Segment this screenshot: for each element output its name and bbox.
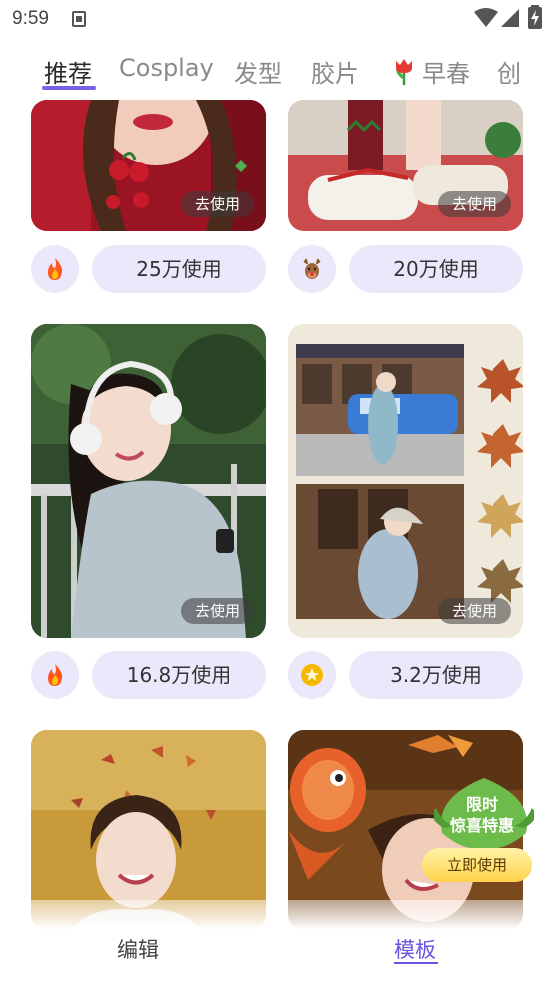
- promo-line-1: 限时: [465, 795, 498, 814]
- tab-recommended[interactable]: 推荐: [44, 54, 92, 89]
- template-card-image[interactable]: 去使用: [31, 100, 266, 231]
- battery-charging-icon: [528, 5, 542, 29]
- use-template-badge[interactable]: 去使用: [437, 191, 511, 217]
- tab-early-spring-label: 早春: [422, 60, 470, 88]
- fire-icon: [48, 258, 63, 280]
- use-now-button[interactable]: 立即使用: [422, 848, 532, 882]
- active-tab-indicator: [42, 86, 96, 90]
- active-nav-indicator: [394, 962, 438, 964]
- status-bar: 9:59: [0, 0, 554, 40]
- reindeer-icon-button: [288, 245, 336, 293]
- usage-count: 3.2万使用: [349, 651, 523, 699]
- template-card-image[interactable]: 去使用: [288, 324, 523, 638]
- category-tabs: 推荐 Cosplay 发型 胶片 早春 创: [0, 50, 554, 96]
- usage-count: 20万使用: [349, 245, 523, 293]
- bottom-navigation: 编辑 模板: [0, 928, 554, 985]
- usage-count: 25万使用: [92, 245, 266, 293]
- signal-icon: [501, 9, 519, 27]
- star-icon: [301, 664, 323, 686]
- tab-create[interactable]: 创: [497, 54, 521, 89]
- wifi-icon: [474, 8, 498, 27]
- tab-cosplay[interactable]: Cosplay: [119, 54, 214, 82]
- use-template-badge[interactable]: 去使用: [437, 598, 511, 624]
- tab-early-spring[interactable]: 早春: [392, 54, 470, 89]
- star-icon-button: [288, 651, 336, 699]
- tulip-icon: [396, 59, 412, 85]
- usage-count: 16.8万使用: [92, 651, 266, 699]
- template-photo-headphones-girl: [31, 324, 266, 638]
- reindeer-icon: [303, 258, 321, 279]
- status-time: 9:59: [12, 8, 49, 29]
- nav-templates[interactable]: 模板: [394, 934, 436, 964]
- template-card-image[interactable]: 去使用: [31, 324, 266, 638]
- promo-title: 限时 惊喜特惠: [436, 794, 528, 836]
- use-template-badge[interactable]: 去使用: [180, 191, 254, 217]
- fire-icon-button: [31, 245, 79, 293]
- promo-line-2: 惊喜特惠: [449, 816, 514, 835]
- use-template-badge[interactable]: 去使用: [180, 598, 254, 624]
- limited-offer-promo[interactable]: 限时 惊喜特惠 立即使用: [420, 778, 544, 888]
- template-card-image[interactable]: 去使用: [288, 100, 523, 231]
- template-photo-autumn-collage: [288, 324, 523, 638]
- notification-icon: [72, 11, 86, 27]
- tab-film[interactable]: 胶片: [311, 54, 359, 89]
- fire-icon-button: [31, 651, 79, 699]
- tab-hairstyle[interactable]: 发型: [234, 54, 282, 89]
- fire-icon: [48, 664, 63, 686]
- nav-edit[interactable]: 编辑: [117, 934, 159, 964]
